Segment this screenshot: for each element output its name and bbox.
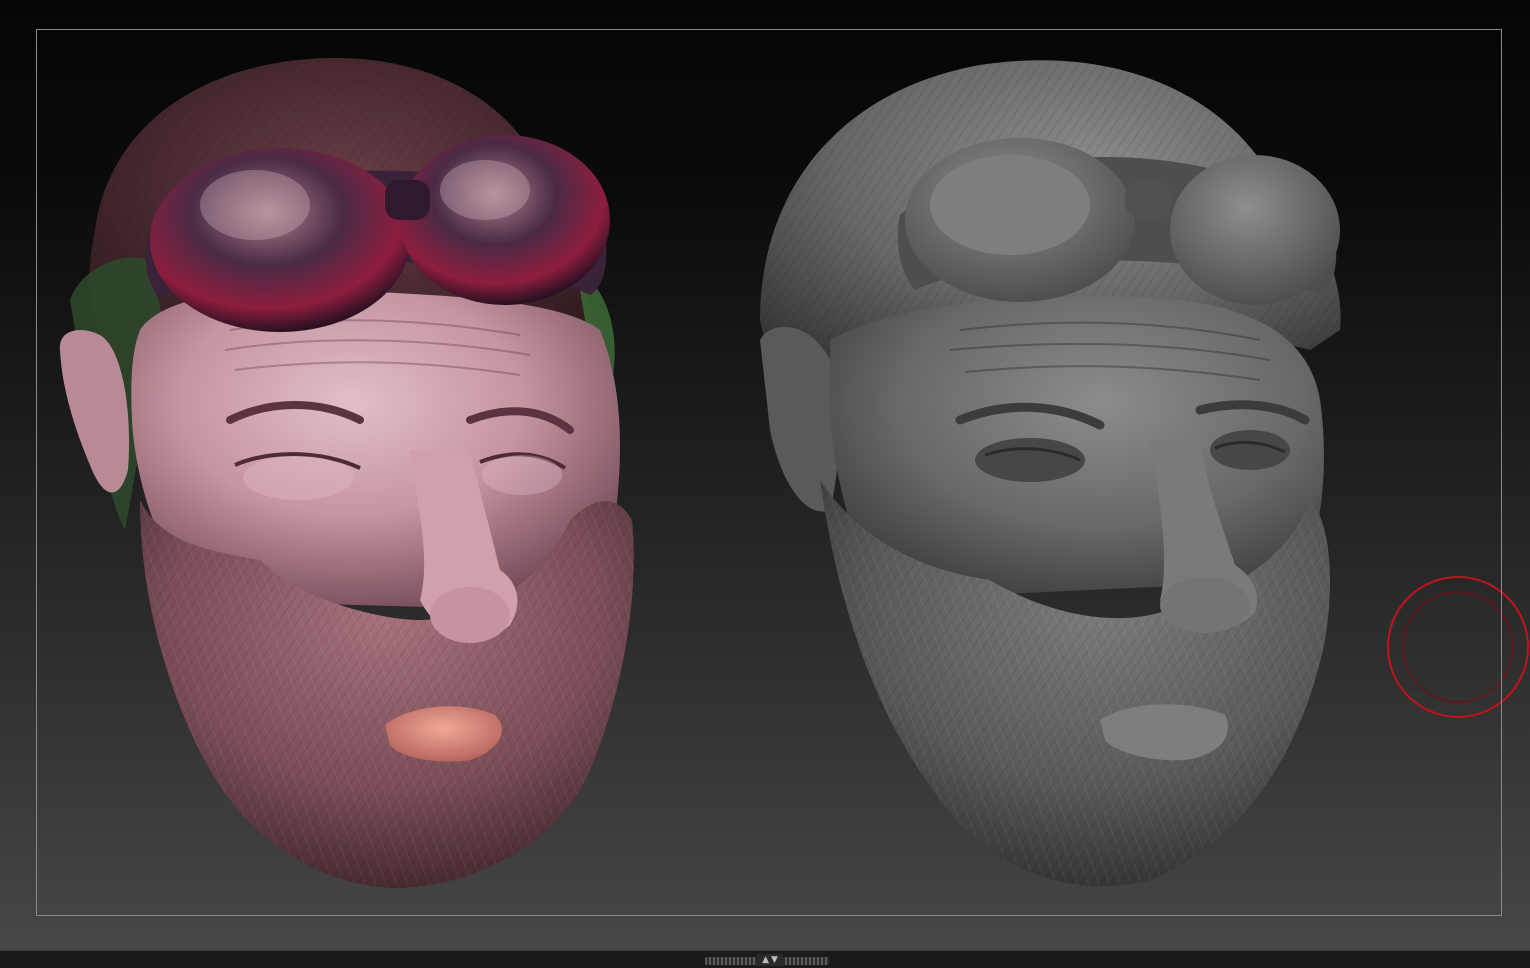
tray-down-arrow-icon: ▼: [771, 954, 778, 965]
brush-inner-ring: [1402, 591, 1514, 703]
left-head-goggle-right-lens: [400, 135, 610, 305]
zbrush-canvas-viewport[interactable]: [0, 0, 1530, 950]
clay-head-model[interactable]: [760, 60, 1341, 887]
right-head-nose-tip: [1160, 577, 1250, 633]
right-head-goggle-bridge: [1125, 180, 1170, 218]
left-head-goggle-right-highlight: [440, 160, 530, 220]
bottom-tray-bar: ▲ ▼: [0, 950, 1530, 968]
right-head-left-eye: [975, 438, 1085, 482]
left-head-left-eye-lid: [243, 456, 353, 500]
right-head-goggle-right-lens: [1170, 155, 1340, 305]
sculpt-scene[interactable]: [0, 0, 1530, 950]
bottom-tray-toggle-button[interactable]: ▲ ▼: [757, 954, 783, 966]
left-head-goggle-bridge: [385, 180, 430, 220]
brush-cursor-icon: [1387, 576, 1529, 718]
right-head-goggle-left-inner: [930, 155, 1090, 255]
left-head-goggle-left-highlight: [200, 170, 310, 240]
brush-outer-ring: [1387, 576, 1529, 718]
tray-up-arrow-icon: ▲: [762, 954, 769, 965]
left-head-right-eye-lid: [482, 455, 562, 495]
polypaint-head-model[interactable]: [59, 57, 634, 888]
left-head-nose-tip: [430, 587, 510, 643]
